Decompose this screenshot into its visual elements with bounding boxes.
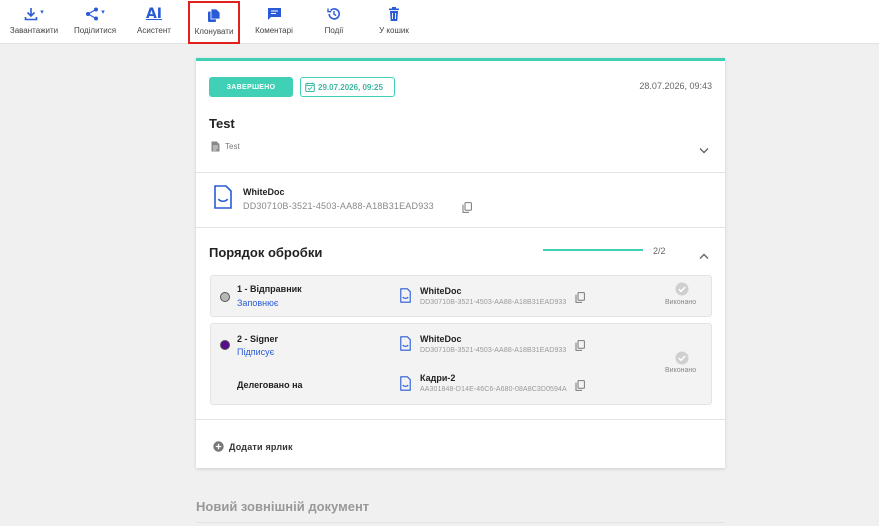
chevron-down-icon xyxy=(699,148,709,154)
divider xyxy=(196,522,725,523)
add-label-button[interactable]: Додати ярлик xyxy=(213,441,293,452)
divider xyxy=(196,419,725,420)
calendar-check-icon xyxy=(305,82,315,92)
chevron-down-icon: ▾ xyxy=(40,9,44,16)
processing-order-title: Порядок обробки xyxy=(209,245,323,260)
download-label: Завантажити xyxy=(9,26,59,35)
delegated-doc-name: Кадри-2 xyxy=(420,373,456,383)
step-signer[interactable]: 2 - Signer Підписує WhiteDoc DD30710B-35… xyxy=(210,323,712,405)
copy-id-button[interactable] xyxy=(575,338,585,356)
delegated-doc-icon xyxy=(400,376,411,396)
new-external-document-title: Новий зовнішній документ xyxy=(196,499,370,514)
step-name: 1 - Відправник xyxy=(237,284,302,294)
document-card: ЗАВЕРШЕНО 29.07.2026, 09:25 28.07.2026, … xyxy=(196,58,725,468)
main-doc-name: WhiteDoc xyxy=(243,187,285,197)
whitedoc-icon xyxy=(214,185,232,214)
step-action: Заповнює xyxy=(237,298,279,308)
step-status-dot xyxy=(220,340,230,350)
assistant-button[interactable]: AI Асистент xyxy=(134,4,174,40)
copy-button[interactable]: Клонувати xyxy=(188,1,240,44)
whitedoc-icon xyxy=(400,288,411,308)
divider xyxy=(196,227,725,228)
progress-fill xyxy=(543,249,643,251)
comment-icon xyxy=(267,8,281,20)
copy-icon xyxy=(575,380,585,391)
document-subtitle-text: Test xyxy=(225,142,240,151)
copy-icon xyxy=(575,340,585,351)
trash-icon xyxy=(389,7,399,21)
delegated-label: Делеговано на xyxy=(237,380,303,390)
step-name: 2 - Signer xyxy=(237,334,279,344)
file-icon xyxy=(211,141,220,152)
copy-icon xyxy=(575,292,585,303)
document-title: Test xyxy=(209,116,235,131)
expand-details-button[interactable] xyxy=(699,141,709,159)
comments-label: Коментарі xyxy=(255,26,293,35)
whitedoc-icon xyxy=(400,336,411,356)
add-label-text: Додати ярлик xyxy=(229,441,293,452)
share-icon xyxy=(86,7,99,21)
step-doc-id: DD30710B-3521-4503-AA88-A18B31EAD933 xyxy=(420,347,567,354)
events-label: Події xyxy=(324,26,344,35)
deadline-chip[interactable]: 29.07.2026, 09:25 xyxy=(300,77,395,97)
share-label: Поділитися xyxy=(73,26,117,35)
document-subtitle: Test xyxy=(211,141,240,152)
chevron-down-icon: ▾ xyxy=(101,9,105,16)
created-date: 28.07.2026, 09:43 xyxy=(639,81,712,91)
step-doc-name: WhiteDoc xyxy=(420,286,462,296)
assistant-label: Асистент xyxy=(137,26,171,35)
toolbar: ▾ Завантажити ▾ Поділитися AI Асистент К… xyxy=(0,0,879,44)
step-done-label: Виконано xyxy=(665,299,697,306)
collapse-order-button[interactable] xyxy=(699,247,709,265)
step-doc-id: DD30710B-3521-4503-AA88-A18B31EAD933 xyxy=(420,299,567,306)
ai-icon: AI xyxy=(145,6,163,22)
copy-id-button[interactable] xyxy=(575,378,585,396)
comments-button[interactable]: Коментарі xyxy=(254,4,294,40)
download-icon xyxy=(24,8,38,21)
step-action: Підписує xyxy=(237,347,275,357)
copy-id-button[interactable] xyxy=(575,290,585,308)
events-button[interactable]: Події xyxy=(320,4,348,40)
trash-button[interactable]: У кошик xyxy=(378,4,410,40)
trash-label: У кошик xyxy=(379,26,409,35)
deadline-text: 29.07.2026, 09:25 xyxy=(318,82,383,92)
progress-text: 2/2 xyxy=(653,246,666,256)
share-button[interactable]: ▾ Поділитися xyxy=(72,4,118,40)
progress-bar xyxy=(543,249,643,251)
copy-icon xyxy=(462,202,472,213)
step-sender[interactable]: 1 - Відправник Заповнює WhiteDoc DD30710… xyxy=(210,275,712,317)
chevron-up-icon xyxy=(699,253,709,259)
step-doc-name: WhiteDoc xyxy=(420,334,462,344)
step-status-dot xyxy=(220,292,230,302)
step-done-label: Виконано xyxy=(665,367,697,374)
copy-id-button[interactable] xyxy=(462,200,472,218)
main-doc-id: DD30710B-3521-4503-AA88-A18B31EAD933 xyxy=(243,201,434,211)
delegated-doc-id: AA301848-D14E-46C6-A680-08A8C3D0594A xyxy=(420,386,567,393)
history-icon xyxy=(327,8,340,20)
divider xyxy=(196,172,725,173)
copy-document-icon xyxy=(208,8,221,22)
plus-circle-icon xyxy=(213,441,224,452)
status-badge: ЗАВЕРШЕНО xyxy=(209,77,293,97)
copy-label: Клонувати xyxy=(194,27,234,36)
download-button[interactable]: ▾ Завантажити xyxy=(10,4,58,40)
